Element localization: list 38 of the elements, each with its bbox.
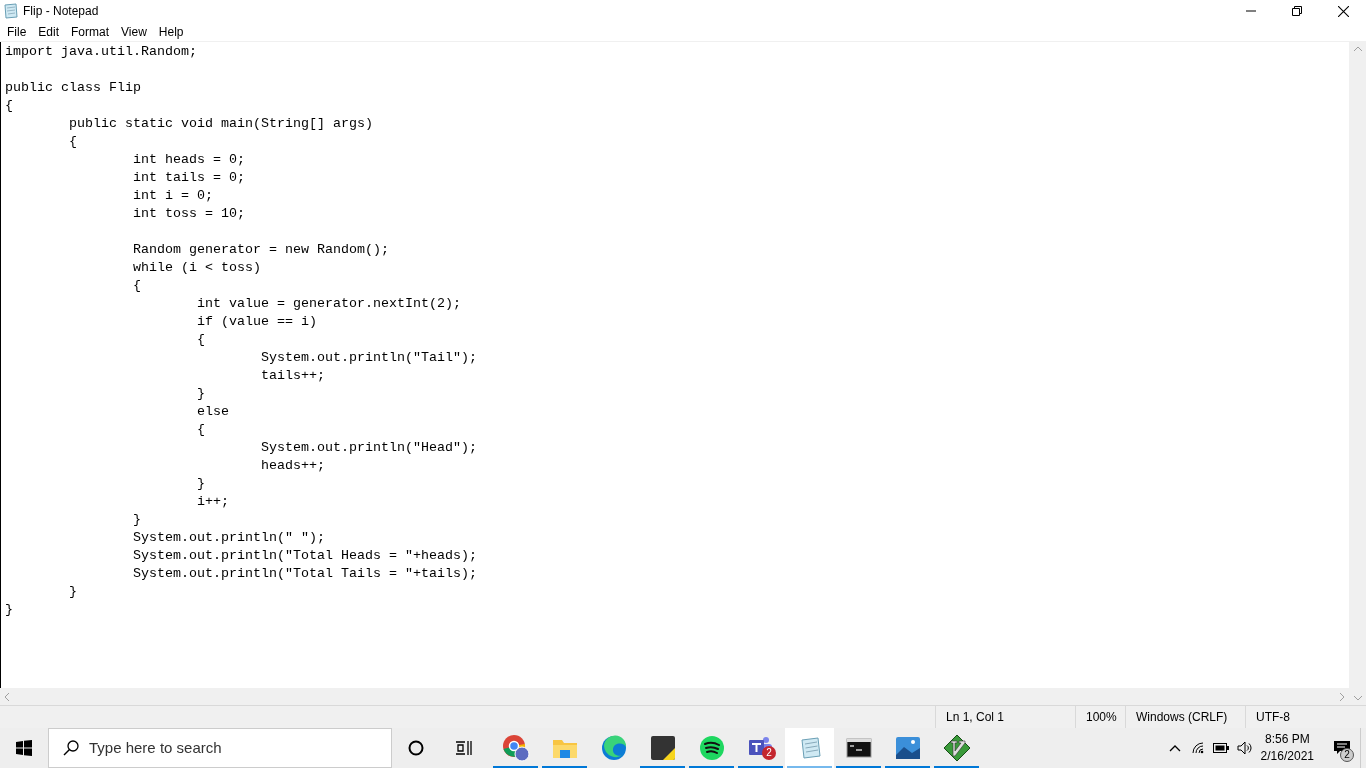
search-field[interactable]: Type here to search [48, 728, 392, 768]
search-input[interactable]: Type here to search [89, 736, 391, 760]
clock[interactable]: 8:56 PM 2/16/2021 [1260, 731, 1314, 765]
menu-item[interactable]: View [115, 21, 153, 42]
taskbar-app[interactable]: 2 [736, 728, 785, 768]
battery-icon[interactable] [1212, 743, 1229, 753]
browser-icon [501, 734, 530, 762]
close-icon [1337, 5, 1349, 17]
task-view-icon [455, 740, 473, 756]
scroll-up-icon [1353, 46, 1362, 52]
search-icon [63, 740, 79, 756]
circle-icon [408, 740, 424, 756]
clock-date: 2/16/2021 [1260, 748, 1314, 765]
vim-icon [942, 734, 971, 762]
horizontal-scrollbar[interactable] [0, 688, 1349, 705]
photo-icon [893, 734, 922, 762]
vertical-scrollbar[interactable] [1349, 42, 1366, 705]
menu-item[interactable]: Format [65, 21, 116, 42]
wifi-icon[interactable] [1190, 741, 1205, 755]
sticky-note-icon [648, 734, 677, 762]
music-icon [697, 734, 726, 762]
badge: 2 [762, 746, 776, 760]
volume-icon[interactable] [1236, 741, 1253, 755]
scroll-left-icon [4, 692, 10, 701]
clock-time: 8:56 PM [1264, 731, 1310, 748]
chevron-up-icon[interactable] [1168, 744, 1181, 752]
menu-item[interactable]: Help [152, 21, 190, 42]
browser-icon [599, 734, 628, 762]
notification-button[interactable]: 2 [1324, 728, 1360, 768]
window-title: Flip - Notepad [23, 3, 99, 20]
notepad-icon [3, 3, 19, 19]
restore-icon [1292, 6, 1302, 16]
scroll-down-icon [1353, 695, 1362, 701]
menu-item[interactable]: File [1, 21, 33, 42]
menu-item[interactable]: Edit [32, 21, 66, 42]
notification-count: 2 [1340, 748, 1354, 762]
scroll-right-icon [1339, 692, 1345, 701]
windows-logo-icon [16, 740, 32, 756]
